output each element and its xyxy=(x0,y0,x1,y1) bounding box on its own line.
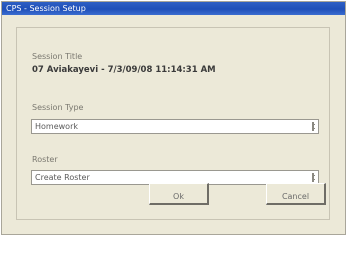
roster-selected-value: Create Roster xyxy=(35,173,90,182)
ok-button[interactable]: Ok xyxy=(149,183,209,205)
ok-button-label: Ok xyxy=(173,192,184,201)
cancel-button[interactable]: Cancel xyxy=(266,183,326,205)
session-title-value: 07 Aviakayevi - 7/3/09/08 11:14:31 AM xyxy=(32,65,216,75)
chevron-down-icon[interactable] xyxy=(308,120,318,133)
session-type-label: Session Type xyxy=(32,103,84,112)
cancel-button-label: Cancel xyxy=(281,192,310,201)
title-bar: CPS - Session Setup xyxy=(2,2,345,15)
session-type-select[interactable]: Homework xyxy=(31,119,319,134)
roster-label: Roster xyxy=(32,155,58,164)
session-setup-dialog: CPS - Session Setup Session Title 07 Avi… xyxy=(1,1,346,235)
window-title: CPS - Session Setup xyxy=(6,4,86,13)
session-title-label: Session Title xyxy=(32,52,83,61)
session-type-selected-value: Homework xyxy=(35,122,78,131)
